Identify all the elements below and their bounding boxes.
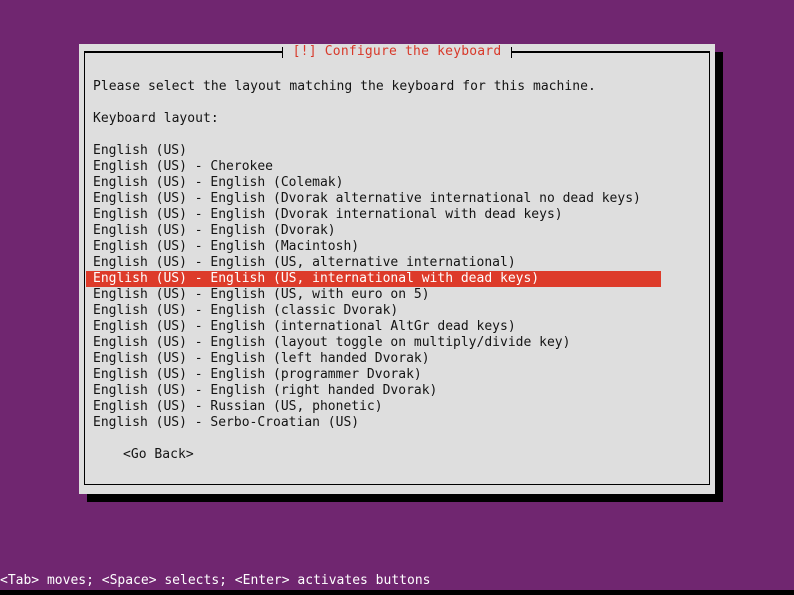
bottom-bar (0, 590, 794, 595)
list-item[interactable]: English (US) - Cherokee (86, 159, 661, 175)
list-item[interactable]: English (US) (86, 143, 661, 159)
list-item[interactable]: English (US) - English (right handed Dvo… (86, 383, 661, 399)
dialog-title: [!] Configure the keyboard (282, 44, 512, 60)
list-item[interactable]: English (US) - English (US, alternative … (86, 255, 661, 271)
keyboard-layout-list[interactable]: English (US) English (US) - Cherokee Eng… (86, 143, 701, 431)
dialog-title-bar: [!] Configure the keyboard (84, 44, 711, 60)
list-item[interactable]: English (US) - English (US, with euro on… (86, 287, 661, 303)
prompt-text: Please select the layout matching the ke… (93, 79, 596, 94)
dialog-content: Please select the layout matching the ke… (86, 66, 701, 478)
list-item[interactable]: English (US) - English (international Al… (86, 319, 661, 335)
list-item[interactable]: English (US) - English (left handed Dvor… (86, 351, 661, 367)
keyboard-layout-label: Keyboard layout: (93, 111, 219, 126)
list-item[interactable]: English (US) - English (Dvorak internati… (86, 207, 661, 223)
list-item-selected[interactable]: English (US) - English (US, internationa… (86, 271, 661, 287)
go-back-button[interactable]: <Go Back> (93, 447, 701, 463)
list-item[interactable]: English (US) - English (Dvorak alternati… (86, 191, 661, 207)
list-item[interactable]: English (US) - English (layout toggle on… (86, 335, 661, 351)
list-item[interactable]: English (US) - English (programmer Dvora… (86, 367, 661, 383)
list-item[interactable]: English (US) - English (Macintosh) (86, 239, 661, 255)
keyboard-hint-bar: <Tab> moves; <Space> selects; <Enter> ac… (0, 573, 431, 588)
title-rule-left (84, 51, 282, 53)
title-rule-right (512, 51, 711, 53)
list-item[interactable]: English (US) - English (Colemak) (86, 175, 661, 191)
list-item[interactable]: English (US) - Serbo-Croatian (US) (86, 415, 661, 431)
list-item[interactable]: English (US) - English (classic Dvorak) (86, 303, 661, 319)
list-item[interactable]: English (US) - English (Dvorak) (86, 223, 661, 239)
list-item[interactable]: English (US) - Russian (US, phonetic) (86, 399, 661, 415)
installer-dialog: [!] Configure the keyboard Please select… (79, 44, 715, 494)
